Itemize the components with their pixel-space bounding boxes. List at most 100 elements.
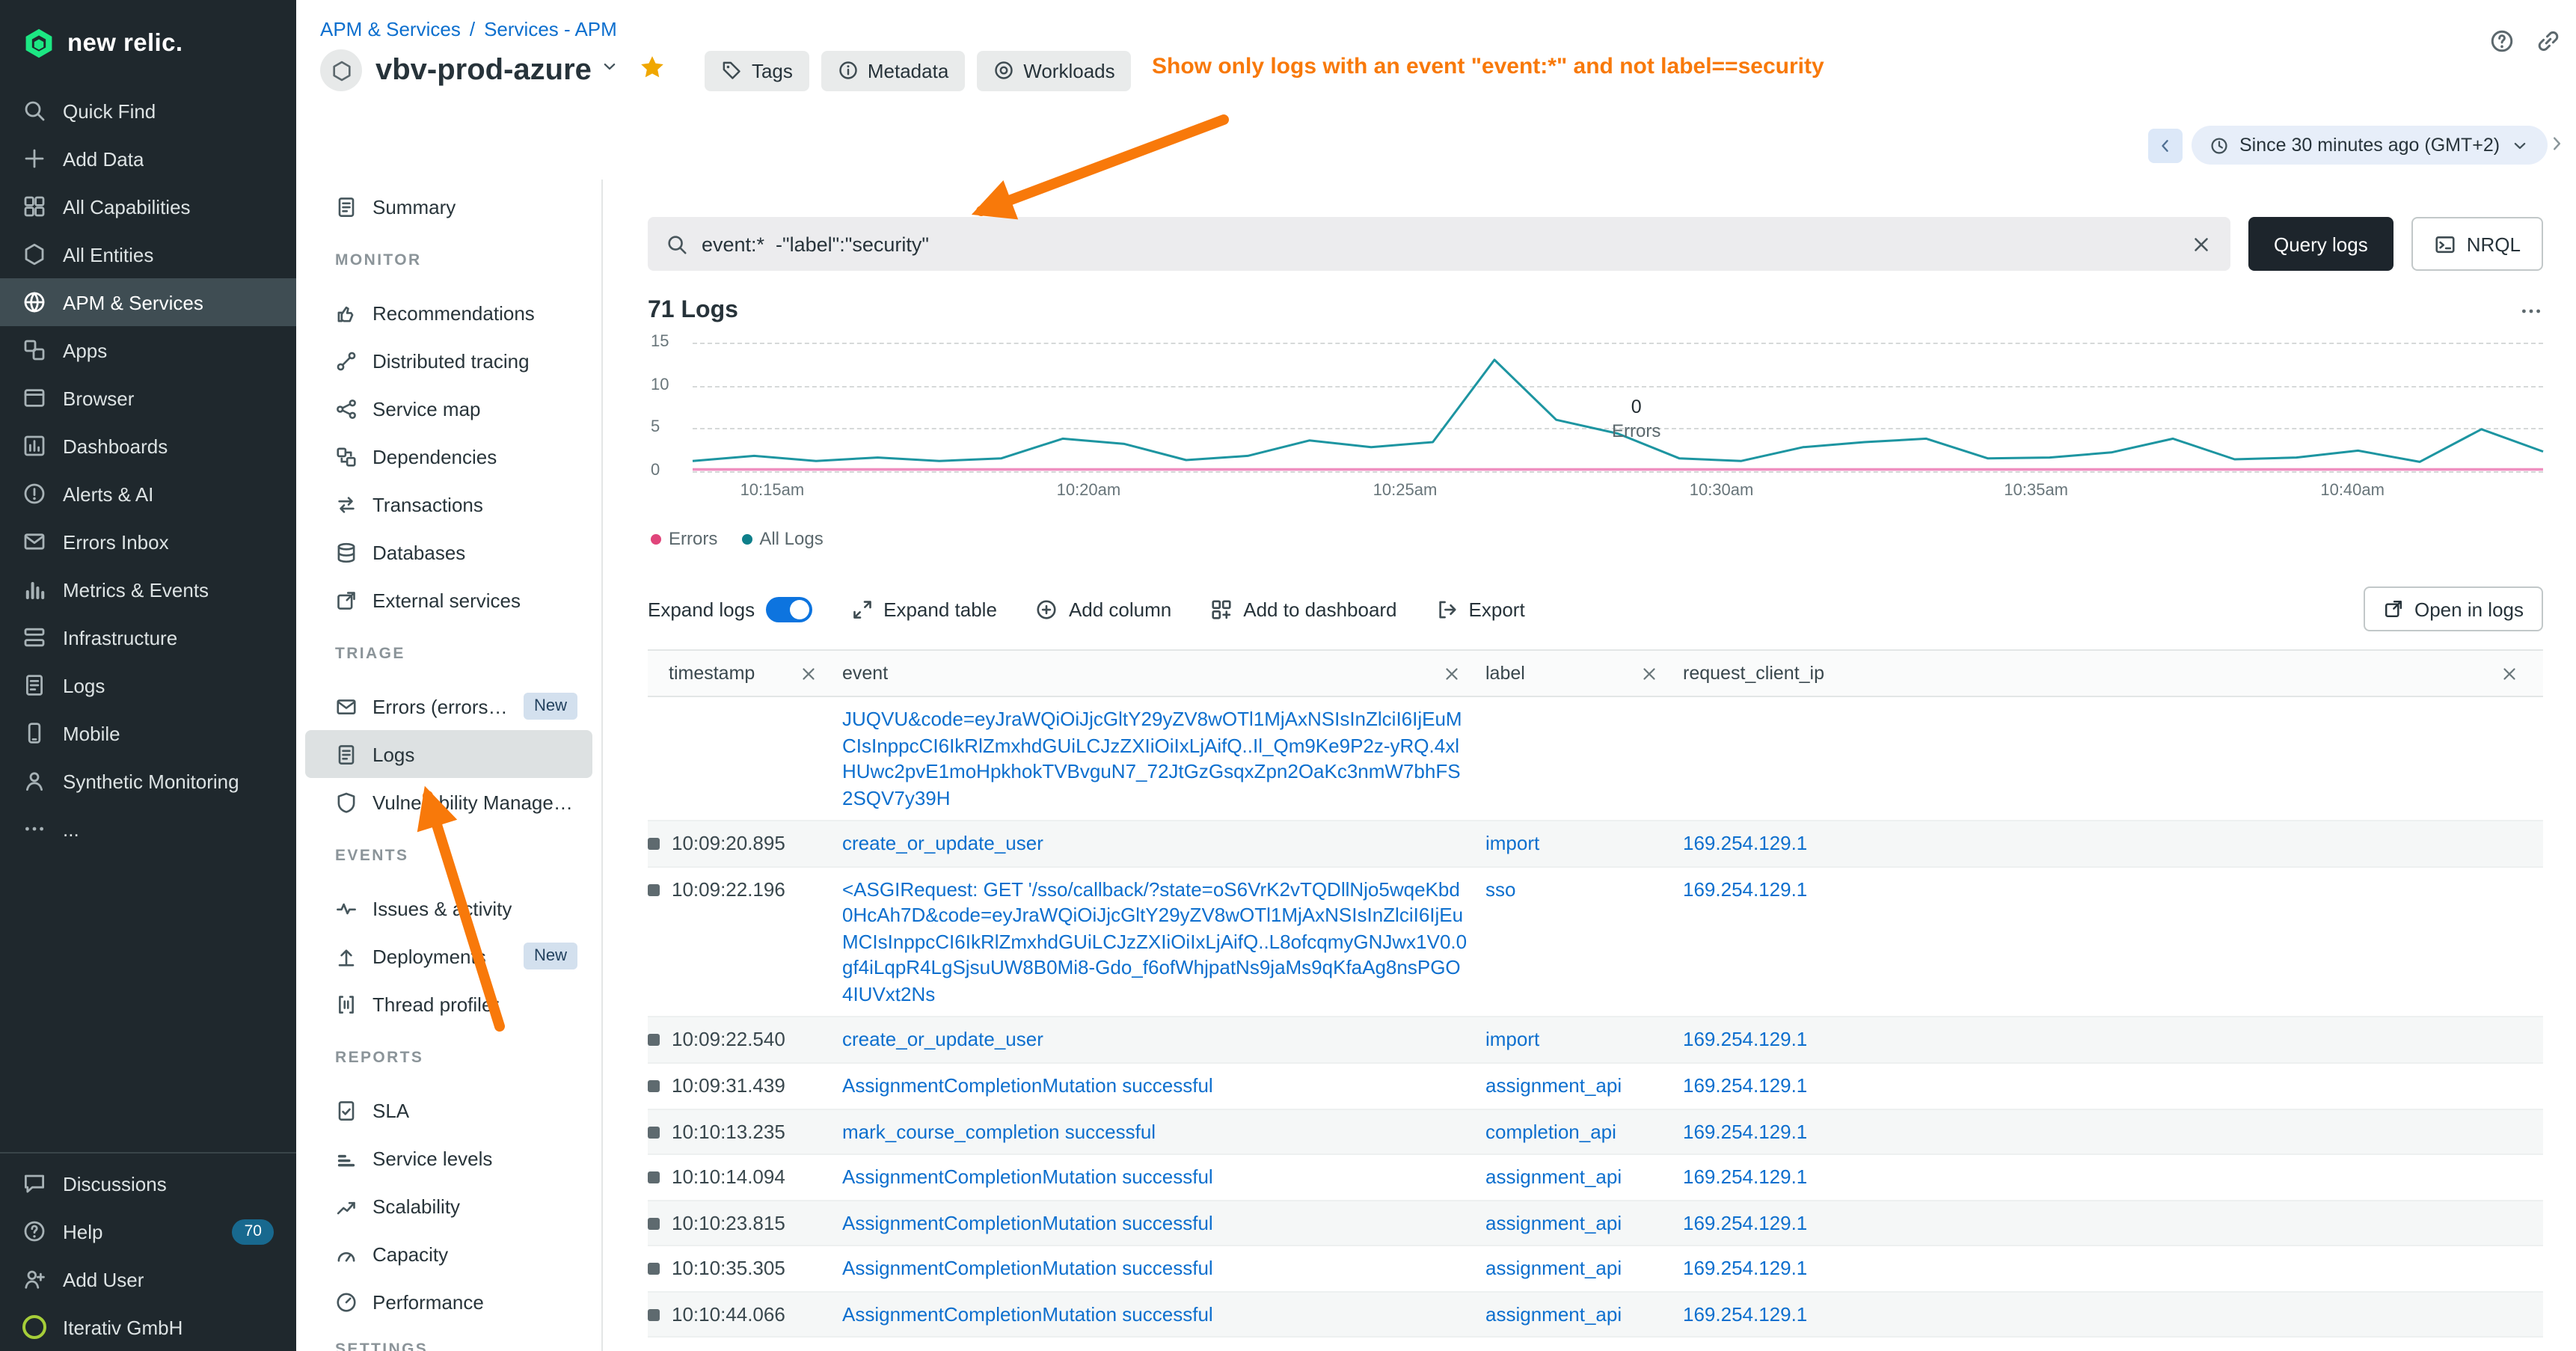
log-event-link[interactable]: AssignmentCompletionMutation successful [842,1165,1213,1188]
log-row[interactable]: 10:09:31.439AssignmentCompletionMutation… [648,1064,2543,1109]
log-label-link[interactable]: import [1485,1029,1539,1051]
subnav-item-capacity[interactable]: Capacity [305,1230,592,1278]
log-row[interactable]: 10:09:22.540create_or_update_userimport1… [648,1018,2543,1064]
remove-column-button[interactable] [1640,664,1659,683]
remove-column-button[interactable] [799,664,818,683]
sidebar-item-metrics-events[interactable]: Metrics & Events [0,566,296,613]
log-label-link[interactable]: assignment_api [1485,1303,1622,1326]
log-ip-link[interactable]: 169.254.129.1 [1683,1074,1807,1097]
add-column-button[interactable]: Add column [1021,598,1186,620]
time-range-back-button[interactable] [2148,129,2183,163]
log-label-link[interactable]: assignment_api [1485,1211,1622,1234]
sidebar-item-mobile[interactable]: Mobile [0,709,296,757]
log-event-link[interactable]: JUQVU&code=eyJraWQiOiJjcGltY29yZV8wOTl1M… [842,708,1462,809]
metadata-button[interactable]: Metadata [821,50,965,91]
sidebar-item-iterativ-gmbh[interactable]: Iterativ GmbH [0,1303,296,1351]
subnav-item-external-services[interactable]: External services [305,576,592,624]
help-button[interactable] [2482,21,2521,60]
time-range-forward-button[interactable] [2546,133,2567,162]
breadcrumb-services-apm[interactable]: Services - APM [484,18,617,40]
open-in-logs-button[interactable]: Open in logs [2364,586,2543,631]
expand-logs-toggle[interactable] [765,596,812,622]
sidebar-item-errors-inbox[interactable]: Errors Inbox [0,518,296,566]
log-ip-link[interactable]: 169.254.129.1 [1683,1303,1807,1326]
log-row[interactable]: 10:10:35.305AssignmentCompletionMutation… [648,1246,2543,1292]
nrql-button[interactable]: NRQL [2411,217,2543,271]
subnav-item-sla[interactable]: SLA [305,1086,592,1134]
log-label-link[interactable]: assignment_api [1485,1257,1622,1279]
log-ip-link[interactable]: 169.254.129.1 [1683,1349,1807,1351]
log-row[interactable]: 10:10:44.066AssignmentCompletionMutation… [648,1293,2543,1338]
sidebar-item-add-user[interactable]: Add User [0,1255,296,1303]
sidebar-item-apm-services[interactable]: APM & Services [0,278,296,326]
remove-column-button[interactable] [1442,664,1462,683]
clear-query-button[interactable] [2190,233,2212,255]
subnav-item-logs[interactable]: Logs [305,730,592,778]
legend-item-all-logs[interactable]: All Logs [741,528,823,549]
sidebar-item-synthetic-monitoring[interactable]: Synthetic Monitoring [0,757,296,805]
subnav-item-deployments[interactable]: DeploymentsNew [305,932,592,980]
breadcrumb-apm-services[interactable]: APM & Services [320,18,461,40]
sidebar-item-discussions[interactable]: Discussions [0,1159,296,1207]
sidebar-item-quick-find[interactable]: Quick Find [0,87,296,135]
subnav-item-service-map[interactable]: Service map [305,385,592,432]
log-ip-link[interactable]: 169.254.129.1 [1683,832,1807,854]
log-label-link[interactable]: sso [1485,877,1515,900]
sidebar-item-apps[interactable]: Apps [0,326,296,374]
export-button[interactable]: Export [1421,598,1540,620]
subnav-item-vulnerability-management[interactable]: Vulnerability Management [305,778,592,826]
permalink-button[interactable] [2528,21,2567,60]
log-ip-link[interactable]: 169.254.129.1 [1683,1120,1807,1142]
log-ip-link[interactable]: 169.254.129.1 [1683,1165,1807,1188]
query-logs-button[interactable]: Query logs [2248,217,2393,271]
log-row[interactable]: 10:09:20.895create_or_update_userimport1… [648,821,2543,867]
subnav-item-databases[interactable]: Databases [305,528,592,576]
log-event-link[interactable]: create_or_update_user [842,832,1043,854]
log-row[interactable]: 10:09:22.196<ASGIRequest: GET '/sso/call… [648,867,2543,1017]
log-event-link[interactable]: AssignmentCompletionMutation successful [842,1303,1213,1326]
subnav-item-scalability[interactable]: Scalability [305,1182,592,1230]
sidebar-item-all-capabilities[interactable]: All Capabilities [0,183,296,230]
query-box[interactable] [648,217,2230,271]
subnav-item-distributed-tracing[interactable]: Distributed tracing [305,337,592,385]
log-label-link[interactable]: assignment_api [1485,1074,1622,1097]
sidebar-item-alerts-ai[interactable]: Alerts & AI [0,470,296,518]
sidebar-item-dashboards[interactable]: Dashboards [0,422,296,470]
log-event-link[interactable]: AssignmentCompletionMutation successful [842,1074,1213,1097]
tags-button[interactable]: Tags [705,50,809,91]
log-event-link[interactable]: <ASGIRequest: GET '/sso/callback/?state=… [842,877,1467,1005]
log-row[interactable]: 10:10:49.051mark_course_completion succe… [648,1338,2543,1351]
log-ip-link[interactable]: 169.254.129.1 [1683,1257,1807,1279]
subnav-item-summary[interactable]: Summary [305,183,592,230]
sidebar-item-logs[interactable]: Logs [0,661,296,709]
log-row[interactable]: 10:10:13.235mark_course_completion succe… [648,1109,2543,1155]
entity-switcher[interactable] [601,57,620,84]
sidebar-item-add-data[interactable]: Add Data [0,135,296,183]
log-event-link[interactable]: mark_course_completion successful [842,1120,1156,1142]
subnav-item-thread-profiler[interactable]: Thread profiler [305,980,592,1028]
new-relic-logo[interactable]: new relic. [0,0,296,87]
log-ip-link[interactable]: 169.254.129.1 [1683,1029,1807,1051]
log-event-link[interactable]: mark_course_completion successful [842,1349,1156,1351]
add-to-dashboard-button[interactable]: Add to dashboard [1195,598,1411,620]
subnav-item-dependencies[interactable]: Dependencies [305,432,592,480]
subnav-item-issues-activity[interactable]: Issues & activity [305,884,592,932]
log-row[interactable]: 10:10:14.094AssignmentCompletionMutation… [648,1155,2543,1201]
subnav-item-performance[interactable]: Performance [305,1278,592,1326]
log-ip-link[interactable]: 169.254.129.1 [1683,877,1807,900]
logs-timeseries-plot[interactable]: 0 Errors [693,343,2543,471]
log-event-link[interactable]: AssignmentCompletionMutation successful [842,1211,1213,1234]
log-label-link[interactable]: import [1485,832,1539,854]
sidebar-item-browser[interactable]: Browser [0,374,296,422]
log-label-link[interactable]: completion_api [1485,1349,1616,1351]
log-label-link[interactable]: assignment_api [1485,1165,1622,1188]
subnav-item-recommendations[interactable]: Recommendations [305,289,592,337]
time-picker[interactable]: Since 30 minutes ago (GMT+2) [2192,126,2548,165]
favorite-star-icon[interactable] [640,53,666,88]
expand-table-button[interactable]: Expand table [835,598,1012,620]
log-event-link[interactable]: create_or_update_user [842,1029,1043,1051]
log-row[interactable]: 10:10:23.815AssignmentCompletionMutation… [648,1201,2543,1246]
log-row[interactable]: JUQVU&code=eyJraWQiOiJjcGltY29yZV8wOTl1M… [648,697,2543,821]
remove-column-button[interactable] [2500,664,2519,683]
chart-more-menu[interactable] [2519,299,2543,323]
